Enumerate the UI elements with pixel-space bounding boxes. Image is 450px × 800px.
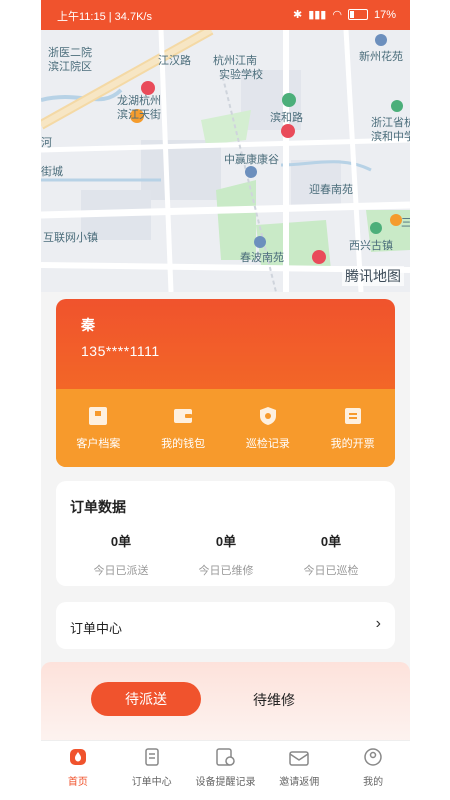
action-my-wallet[interactable]: 我的钱包 [141, 389, 226, 467]
map-brand-logo: 腾讯地图 [342, 266, 404, 286]
nav-label: 邀请返佣 [279, 777, 320, 788]
map-label: 江汉路 [158, 55, 191, 67]
map-label: 滨江院区 [48, 61, 92, 73]
stat-label: 今日已派送 [93, 565, 149, 577]
battery-level: 17 [373, 8, 387, 21]
stat-inspected: 0单 今日已巡检 [276, 531, 386, 578]
nav-label: 首页 [67, 777, 88, 788]
order-stats-title: 订单数据 [70, 499, 126, 515]
action-label: 巡检记录 [245, 438, 290, 450]
map-label: 河 [41, 137, 52, 149]
invoice-icon [344, 408, 361, 424]
stat-repaired: 0单 今日已维修 [171, 531, 281, 578]
status-icons: ✱ ▮▮▮ ◠ 17% [292, 8, 396, 22]
map-label: 迎春南苑 [309, 184, 353, 196]
action-label: 我的钱包 [161, 438, 206, 450]
map-label: 滨和路 [270, 112, 303, 124]
stat-value: 0单 [215, 534, 237, 549]
action-label: 我的开票 [330, 438, 375, 450]
map-label: 西兴古镇 [349, 240, 393, 252]
stat-dispatched: 0单 今日已派送 [66, 531, 176, 578]
battery-unit: % [386, 8, 396, 21]
map-label: 三 [401, 217, 410, 229]
stat-label: 今日已维修 [198, 565, 254, 577]
map-label: 街城 [41, 166, 63, 178]
tab-pending-dispatch[interactable]: 待派送 [91, 682, 201, 716]
action-label: 客户档案 [76, 438, 121, 450]
map-label: 互联网小镇 [43, 232, 98, 244]
app-screen: 上午11:15 | 34.7K/s ✱ ▮▮▮ ◠ 17% 浙医二院 滨江院区 … [41, 0, 410, 800]
stat-value: 0单 [320, 534, 342, 549]
stat-value: 0单 [110, 534, 132, 549]
user-card: 秦 135****1111 客户档案 我的钱包 巡检记录 我的开票 [56, 299, 395, 467]
order-center-row[interactable]: 订单中心 › [56, 602, 395, 649]
action-my-invoices[interactable]: 我的开票 [310, 389, 395, 467]
nav-order-center[interactable]: 订单中心 [115, 741, 189, 800]
nav-home[interactable]: 首页 [41, 741, 115, 800]
user-phone: 135****1111 [81, 343, 160, 359]
profile-icon [364, 748, 382, 766]
archive-icon [89, 407, 108, 425]
order-tabs: 待派送 待维修 [41, 662, 410, 742]
inspection-icon [259, 407, 276, 425]
bluetooth-icon: ✱ [292, 9, 303, 21]
chevron-right-icon: › [375, 615, 381, 632]
nav-label: 订单中心 [131, 777, 172, 788]
order-center-label: 订单中心 [70, 621, 123, 636]
tab-pending-repair[interactable]: 待维修 [253, 690, 295, 710]
invite-icon [289, 751, 310, 766]
nav-device-reminders[interactable]: 设备提醒记录 [189, 741, 263, 800]
status-bar: 上午11:15 | 34.7K/s ✱ ▮▮▮ ◠ 17% [41, 0, 410, 30]
map-label: 春波南苑 [240, 252, 284, 264]
map-label: 滨江天街 [117, 109, 161, 121]
home-icon [69, 749, 86, 765]
nav-label: 设备提醒记录 [195, 777, 256, 788]
action-customer-archive[interactable]: 客户档案 [56, 389, 141, 467]
map-label: 实验学校 [219, 69, 263, 81]
map-label: 新州花苑 [359, 51, 403, 63]
map-view[interactable]: 浙医二院 滨江院区 江汉路 杭州江南 实验学校 新州花苑 龙湖杭州 滨江天街 滨… [41, 30, 410, 292]
status-time-speed: 上午11:15 | 34.7K/s [57, 11, 152, 23]
bottom-nav: 首页 订单中心 设备提醒记录 邀请返佣 我的 [41, 740, 410, 800]
nav-profile[interactable]: 我的 [336, 741, 410, 800]
order-icon [144, 748, 159, 766]
map-label: 滨和中学 [371, 131, 410, 143]
user-name: 秦 [81, 317, 95, 333]
order-stats-card: 订单数据 0单 今日已派送 0单 今日已维修 0单 今日已巡检 [56, 481, 395, 586]
battery-icon [347, 9, 368, 20]
wifi-icon: ◠ [332, 9, 342, 21]
stat-label: 今日已巡检 [303, 565, 359, 577]
device-reminder-icon [216, 748, 236, 766]
map-label: 中赢康康谷 [224, 154, 279, 166]
wallet-icon [174, 409, 193, 423]
signal-icon: ▮▮▮ [308, 9, 327, 21]
quick-actions: 客户档案 我的钱包 巡检记录 我的开票 [56, 389, 395, 467]
nav-invite-rebate[interactable]: 邀请返佣 [262, 741, 336, 800]
action-inspection-records[interactable]: 巡检记录 [226, 389, 311, 467]
nav-label: 我的 [363, 777, 384, 788]
